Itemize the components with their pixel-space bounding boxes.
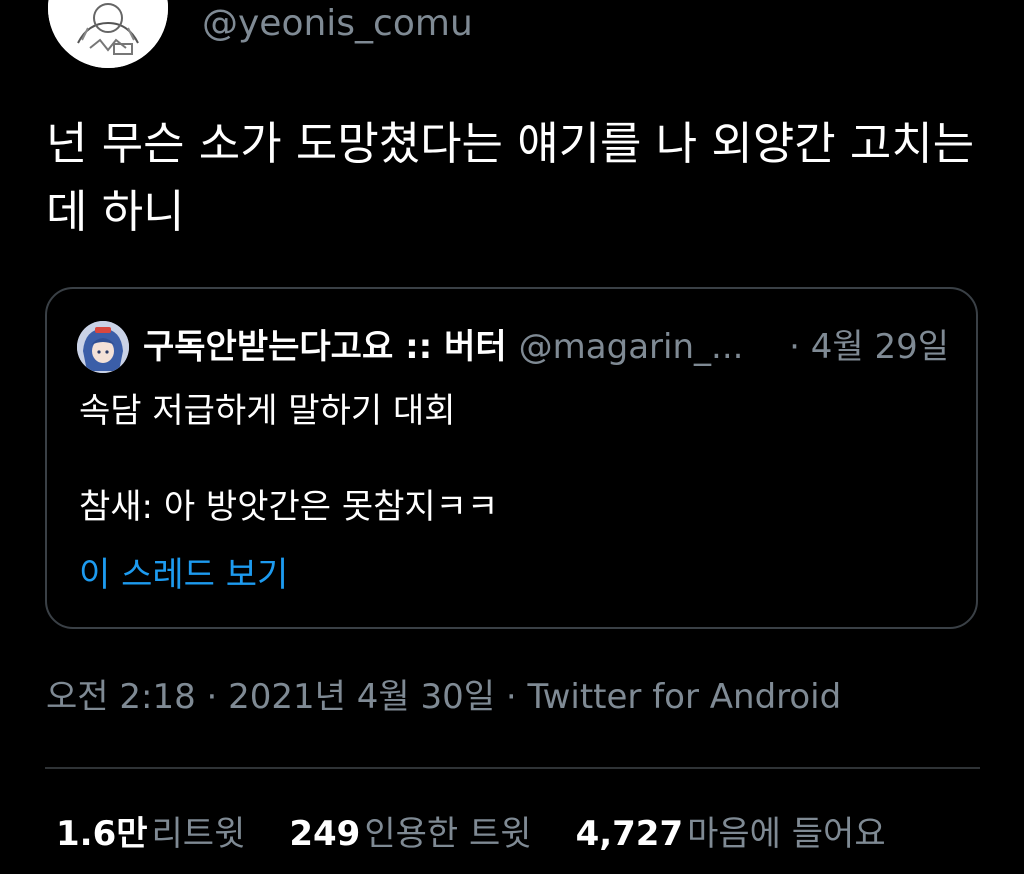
tweet-metadata: 오전 2:18 · 2021년 4월 30일 · Twitter for And… <box>46 677 842 717</box>
tweet-text: 넌 무슨 소가 도망쳤다는 얘기를 나 외양간 고치는데 하니 <box>46 117 975 238</box>
show-thread-link[interactable]: 이 스레드 보기 <box>79 551 288 599</box>
likes-stat[interactable]: 4,727 마음에 들어요 <box>576 806 886 862</box>
engagement-stats: 1.6만 리트윗 249 인용한 트윗 4,727 마음에 들어요 <box>56 806 930 862</box>
retweets-stat[interactable]: 1.6만 리트윗 <box>56 806 245 862</box>
quote-tweets-count: 249 <box>289 814 361 854</box>
sketch-character-avatar-icon <box>48 0 168 68</box>
quoted-tweet-header: 구독안받는다고요 :: 버터 @magarin_... · 4월 29일 <box>143 323 963 371</box>
likes-label: 마음에 들어요 <box>687 814 886 854</box>
anime-character-avatar-icon <box>77 321 129 373</box>
author-avatar[interactable] <box>48 0 168 68</box>
likes-count: 4,727 <box>575 814 684 854</box>
quoted-tweet-card[interactable]: 구독안받는다고요 :: 버터 @magarin_... · 4월 29일 속담 저… <box>45 287 978 629</box>
quote-tweets-label: 인용한 트윗 <box>364 814 532 854</box>
quoted-author-avatar[interactable] <box>77 321 129 373</box>
retweets-label: 리트윗 <box>151 814 246 854</box>
quote-tweets-stat[interactable]: 249 인용한 트윗 <box>289 806 531 862</box>
quoted-author-name[interactable]: 구독안받는다고요 :: 버터 <box>143 327 507 367</box>
divider <box>45 767 980 769</box>
quoted-author-handle[interactable]: @magarin_... <box>519 327 744 367</box>
quoted-tweet-date[interactable]: · 4월 29일 <box>789 323 949 371</box>
quoted-tweet-line-1: 속담 저급하게 말하기 대회 <box>79 391 456 431</box>
quoted-tweet-line-2: 참새: 아 방앗간은 못참지ㅋㅋ <box>79 487 499 527</box>
retweets-count: 1.6만 <box>56 814 148 854</box>
author-handle[interactable]: @yeonis_comu <box>202 2 473 46</box>
